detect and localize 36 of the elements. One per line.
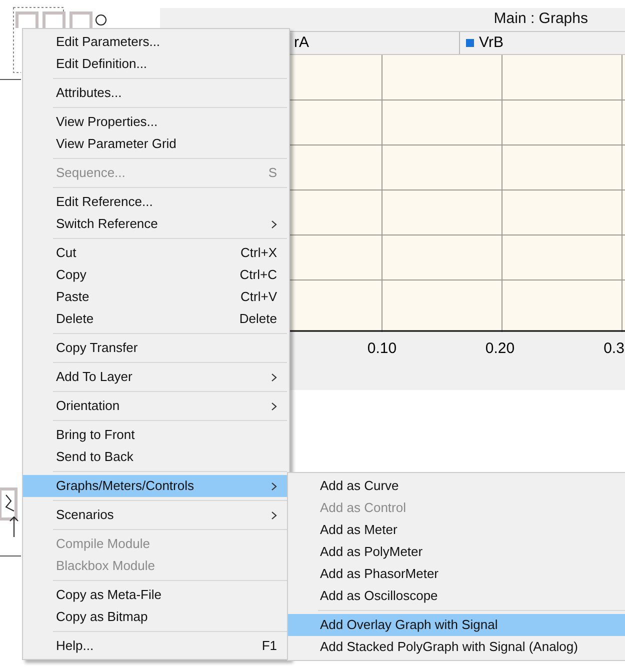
menu-item[interactable]: Help... F1: [23, 635, 289, 657]
menu-item[interactable]: Send to Back: [23, 446, 289, 468]
axis-tick-label: 0.3: [604, 339, 624, 359]
menu-item[interactable]: Copy as Bitmap: [23, 606, 289, 628]
menu-item[interactable]: Add as Meter: [288, 519, 625, 541]
menu-item[interactable]: Copy Transfer: [23, 337, 289, 359]
menu-item[interactable]: Add Stacked PolyGraph with Signal (Analog): [288, 636, 625, 658]
menu-item[interactable]: Add as PhasorMeter: [288, 563, 625, 585]
menu-item[interactable]: Bring to Front: [23, 424, 289, 446]
graph-title: Main : Graphs: [494, 9, 588, 30]
menu-item[interactable]: Add as PolyMeter: [288, 541, 625, 563]
chevron-right-icon: [271, 372, 277, 382]
menu-item[interactable]: Graphs/Meters/Controls: [23, 475, 289, 497]
chevron-right-icon: [271, 220, 277, 228]
menu-item[interactable]: Add as Oscilloscope: [288, 585, 625, 607]
menu-item[interactable]: Edit Reference...: [23, 191, 289, 213]
menu-item[interactable]: Paste Ctrl+V: [23, 286, 289, 308]
axis-tick-label: 0.10: [367, 339, 397, 359]
axis-tick-label: 0.20: [485, 339, 515, 359]
menu-item[interactable]: Edit Definition...: [23, 53, 289, 75]
chevron-right-icon: [271, 402, 277, 410]
menu-item[interactable]: Switch Reference: [23, 213, 289, 235]
menu-item[interactable]: Copy Ctrl+C: [23, 264, 289, 286]
menu-item[interactable]: Add as Curve: [288, 475, 625, 497]
menu-item[interactable]: Scenarios: [23, 504, 289, 526]
chevron-right-icon: [271, 482, 277, 490]
menu-item[interactable]: View Properties...: [23, 111, 289, 133]
menu-item[interactable]: Delete Delete: [23, 308, 289, 330]
chevron-right-icon: [271, 510, 277, 520]
menu-item[interactable]: Add Overlay Graph with Signal: [288, 614, 625, 636]
menu-item[interactable]: Orientation: [23, 395, 289, 417]
menu-item[interactable]: Copy as Meta-File: [23, 584, 289, 606]
menu-item[interactable]: Cut Ctrl+X: [23, 242, 289, 264]
menu-item[interactable]: Add To Layer: [23, 366, 289, 388]
menu-item[interactable]: View Parameter Grid: [23, 133, 289, 155]
menu-item[interactable]: Attributes...: [23, 82, 289, 104]
